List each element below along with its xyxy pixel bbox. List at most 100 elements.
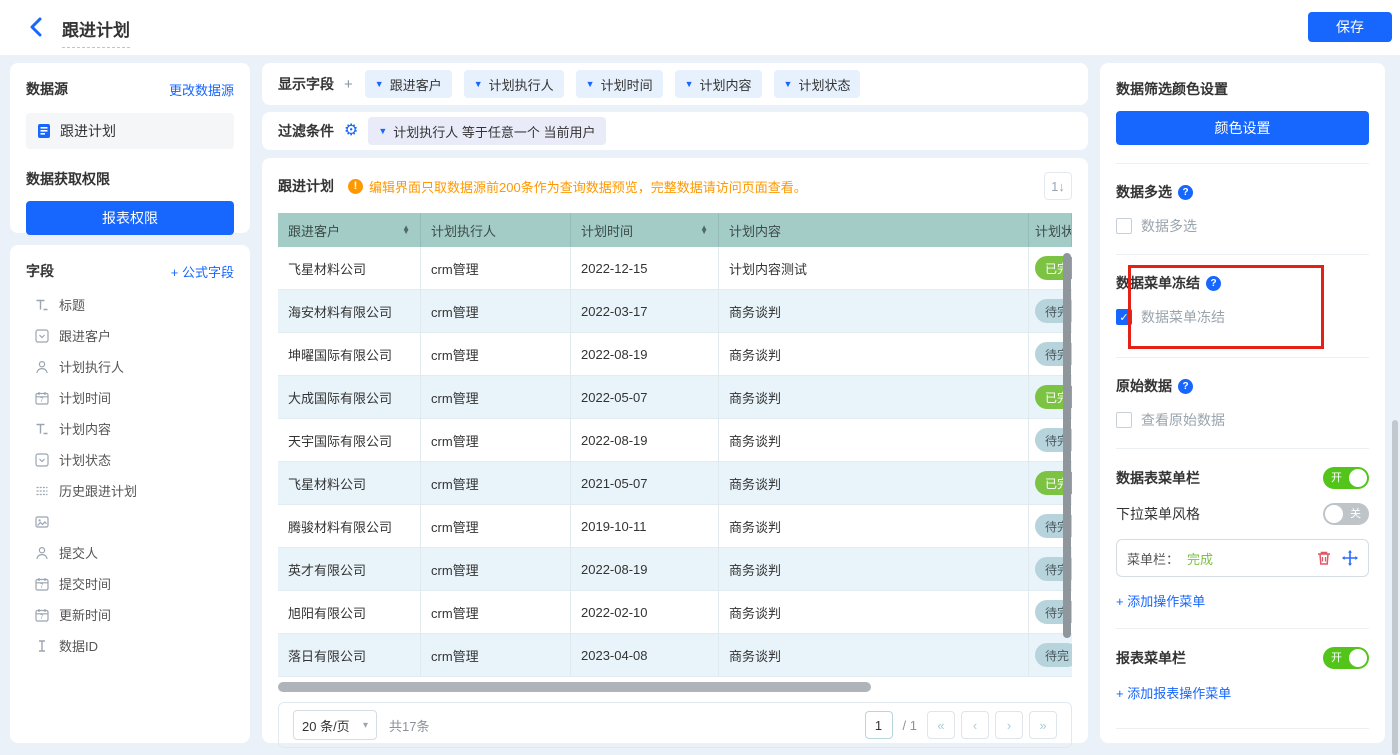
next-page-button[interactable]: › bbox=[995, 711, 1023, 739]
table-row[interactable]: 飞星材料公司crm管理2021-05-07商务谈判已完 bbox=[278, 462, 1072, 505]
field-list: 标题跟进客户计划执行人7计划时间计划内容计划状态历史跟进计划提交人7提交时间7更… bbox=[26, 289, 234, 661]
top-bar: 跟进计划 保存 bbox=[0, 0, 1400, 55]
add-report-action-menu-link[interactable]: + 添加报表操作菜单 bbox=[1116, 683, 1369, 702]
report-menubar-toggle[interactable]: 开 bbox=[1323, 647, 1369, 669]
filter-condition-chip[interactable]: ▼ 计划执行人 等于任意一个 当前用户 bbox=[368, 117, 605, 145]
table-row[interactable]: 腾骏材料有限公司crm管理2019-10-11商务谈判待完 bbox=[278, 505, 1072, 548]
field-item[interactable]: 7提交时间 bbox=[26, 568, 234, 599]
save-button[interactable]: 保存 bbox=[1308, 12, 1392, 42]
table-cell: crm管理 bbox=[421, 247, 571, 290]
table-cell: 商务谈判 bbox=[719, 290, 1029, 333]
raw-data-checkbox[interactable] bbox=[1116, 412, 1132, 428]
last-page-button[interactable]: » bbox=[1029, 711, 1057, 739]
table-cell: 落日有限公司 bbox=[278, 634, 421, 677]
sort-arrows-icon[interactable]: ▲▼ bbox=[402, 226, 410, 234]
divider bbox=[1116, 163, 1369, 164]
column-header-label: 计划状态 bbox=[1035, 221, 1072, 240]
field-item[interactable] bbox=[26, 506, 234, 537]
divider bbox=[1116, 628, 1369, 629]
add-formula-field-link[interactable]: + 公式字段 bbox=[171, 262, 234, 281]
field-item[interactable]: 计划状态 bbox=[26, 444, 234, 475]
display-field-chip[interactable]: ▼计划内容 bbox=[675, 70, 762, 98]
table-card: 跟进计划 ! 编辑界面只取数据源前200条作为查询数据预览，完整数据请访问页面查… bbox=[262, 158, 1088, 743]
table-row[interactable]: 海安材料有限公司crm管理2022-03-17商务谈判待完 bbox=[278, 290, 1072, 333]
first-page-button[interactable]: « bbox=[927, 711, 955, 739]
back-icon[interactable] bbox=[26, 16, 48, 38]
prev-page-button[interactable]: ‹ bbox=[961, 711, 989, 739]
help-icon[interactable]: ? bbox=[1206, 276, 1221, 291]
table-cell: 2022-08-19 bbox=[571, 419, 719, 462]
gear-icon[interactable]: ⚙ bbox=[344, 123, 358, 139]
table-row[interactable]: 大成国际有限公司crm管理2022-05-07商务谈判已完 bbox=[278, 376, 1072, 419]
table-cell: 腾骏材料有限公司 bbox=[278, 505, 421, 548]
table-row[interactable]: 旭阳有限公司crm管理2022-02-10商务谈判待完 bbox=[278, 591, 1072, 634]
display-field-chip[interactable]: ▼计划时间 bbox=[576, 70, 663, 98]
display-field-chip[interactable]: ▼计划执行人 bbox=[464, 70, 564, 98]
field-item[interactable]: 7计划时间 bbox=[26, 382, 234, 413]
field-item-label: 计划时间 bbox=[59, 388, 111, 407]
current-page-input[interactable]: 1 bbox=[865, 711, 893, 739]
table-vertical-scrollbar[interactable] bbox=[1063, 253, 1071, 638]
table-row[interactable]: 坤曜国际有限公司crm管理2022-08-19商务谈判待完 bbox=[278, 333, 1072, 376]
field-item[interactable]: 计划内容 bbox=[26, 413, 234, 444]
fields-title: 字段 bbox=[26, 261, 54, 281]
sort-order-button[interactable]: 1↓ bbox=[1044, 172, 1072, 200]
add-display-field-button[interactable]: + bbox=[344, 76, 353, 93]
display-field-chip-label: 计划执行人 bbox=[489, 75, 554, 94]
table-row[interactable]: 英才有限公司crm管理2022-08-19商务谈判待完 bbox=[278, 548, 1072, 591]
table-menubar-toggle[interactable]: 开 bbox=[1323, 467, 1369, 489]
add-action-menu-link[interactable]: + 添加操作菜单 bbox=[1116, 591, 1369, 610]
change-datasource-link[interactable]: 更改数据源 bbox=[169, 80, 234, 99]
text-icon bbox=[34, 297, 50, 313]
window-scrollbar[interactable] bbox=[1392, 420, 1398, 755]
field-item[interactable]: 数据ID bbox=[26, 630, 234, 661]
color-settings-button[interactable]: 颜色设置 bbox=[1116, 111, 1369, 145]
raw-data-checkbox-row[interactable]: 查看原始数据 bbox=[1116, 410, 1369, 430]
field-item-label: 跟进客户 bbox=[59, 326, 111, 345]
delete-icon[interactable] bbox=[1316, 550, 1332, 566]
report-menubar-title: 报表菜单栏 bbox=[1116, 648, 1186, 668]
display-field-chip[interactable]: ▼跟进客户 bbox=[365, 70, 452, 98]
table-cell: 旭阳有限公司 bbox=[278, 591, 421, 634]
multi-select-checkbox[interactable] bbox=[1116, 218, 1132, 234]
field-item[interactable]: 历史跟进计划 bbox=[26, 475, 234, 506]
chevron-down-icon: ▼ bbox=[586, 79, 595, 89]
field-item[interactable]: 提交人 bbox=[26, 537, 234, 568]
field-item[interactable]: 跟进客户 bbox=[26, 320, 234, 351]
divider bbox=[1116, 357, 1369, 358]
data-table: 跟进客户▲▼计划执行人计划时间▲▼计划内容计划状态 飞星材料公司crm管理202… bbox=[278, 213, 1072, 677]
table-cell: crm管理 bbox=[421, 505, 571, 548]
datasource-item[interactable]: 跟进计划 bbox=[26, 113, 234, 149]
table-row[interactable]: 天宇国际有限公司crm管理2022-08-19商务谈判待完 bbox=[278, 419, 1072, 462]
table-column-header[interactable]: 计划时间▲▼ bbox=[571, 213, 719, 247]
table-cell: 商务谈判 bbox=[719, 333, 1029, 376]
menu-item-row[interactable]: 菜单栏： 完成 bbox=[1116, 539, 1369, 577]
field-item[interactable]: 7更新时间 bbox=[26, 599, 234, 630]
table-cell: 2022-08-19 bbox=[571, 333, 719, 376]
table-column-header[interactable]: 跟进客户▲▼ bbox=[278, 213, 421, 247]
table-cell: crm管理 bbox=[421, 419, 571, 462]
sort-arrows-icon[interactable]: ▲▼ bbox=[700, 226, 708, 234]
preview-warning: ! 编辑界面只取数据源前200条作为查询数据预览，完整数据请访问页面查看。 bbox=[348, 177, 1030, 196]
report-permission-button[interactable]: 报表权限 bbox=[26, 201, 234, 235]
field-item[interactable]: 标题 bbox=[26, 289, 234, 320]
datasource-item-label: 跟进计划 bbox=[60, 121, 116, 141]
help-icon[interactable]: ? bbox=[1178, 379, 1193, 394]
menu-freeze-checkbox-row[interactable]: ✓ 数据菜单冻结 bbox=[1116, 307, 1369, 327]
page-nav-buttons: «‹›» bbox=[927, 711, 1057, 739]
table-row[interactable]: 落日有限公司crm管理2023-04-08商务谈判待完 bbox=[278, 634, 1072, 677]
dropdown-style-toggle[interactable]: 关 bbox=[1323, 503, 1369, 525]
menu-freeze-checkbox[interactable]: ✓ bbox=[1116, 309, 1132, 325]
display-field-chip-label: 计划状态 bbox=[798, 75, 850, 94]
help-icon[interactable]: ? bbox=[1178, 185, 1193, 200]
field-item-label: 数据ID bbox=[59, 636, 98, 655]
display-field-chip-label: 跟进客户 bbox=[390, 75, 442, 94]
table-row[interactable]: 飞星材料公司crm管理2022-12-15计划内容测试已完 bbox=[278, 247, 1072, 290]
table-horizontal-scrollbar[interactable] bbox=[278, 682, 871, 692]
display-field-chip[interactable]: ▼计划状态 bbox=[774, 70, 861, 98]
multi-select-checkbox-row[interactable]: 数据多选 bbox=[1116, 216, 1369, 236]
field-item[interactable]: 计划执行人 bbox=[26, 351, 234, 382]
text-icon bbox=[34, 421, 50, 437]
page-size-select[interactable]: 20 条/页 ▾ bbox=[293, 710, 377, 740]
move-icon[interactable] bbox=[1342, 550, 1358, 566]
